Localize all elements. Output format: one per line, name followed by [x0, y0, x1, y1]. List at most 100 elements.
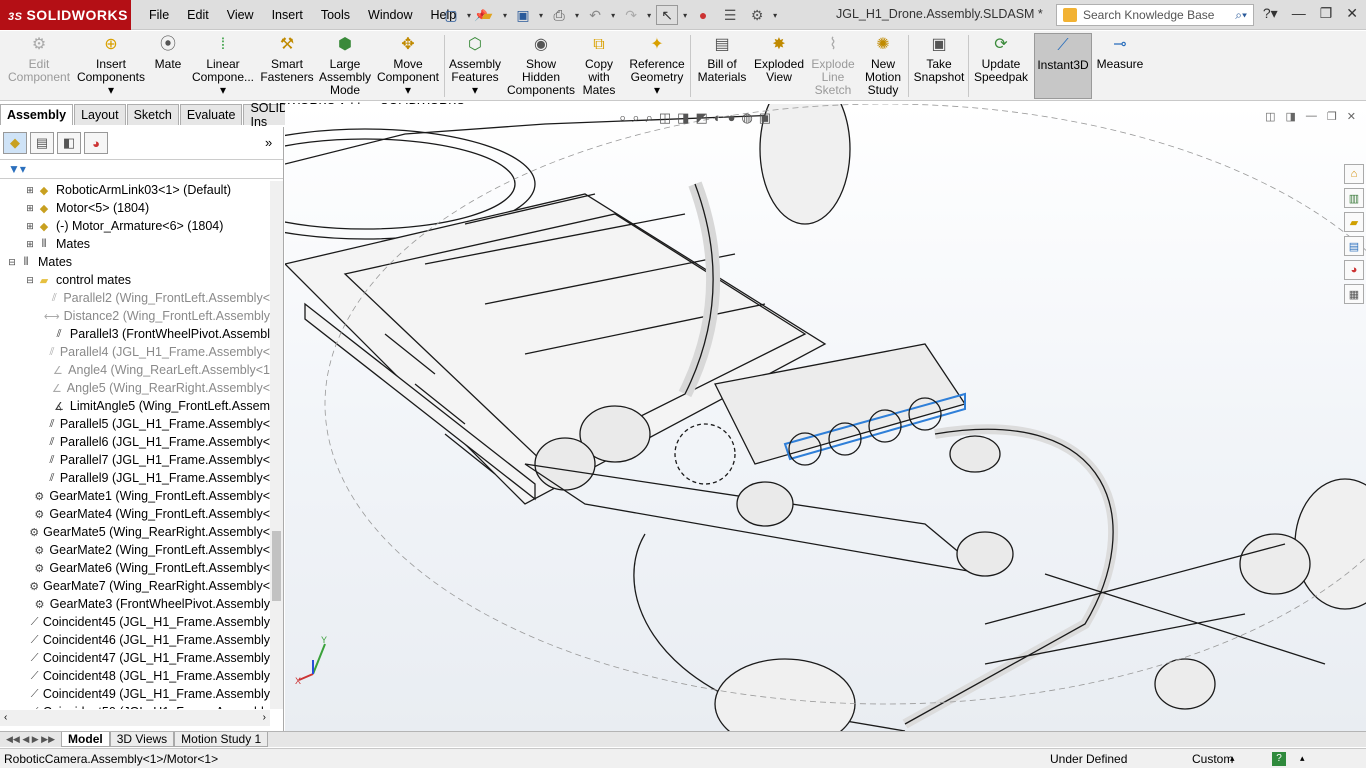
close-icon[interactable]: ✕ [1346, 5, 1358, 22]
expand-toggle-icon[interactable]: ⊞ [24, 221, 36, 232]
hide-show-icon[interactable]: ◐ [714, 110, 722, 126]
move-component-button[interactable]: ✥ Move Component ▾ [374, 33, 442, 99]
undo-icon[interactable]: ↶ [584, 5, 606, 25]
tree-item[interactable]: ⫽ Parallel7 (JGL_H1_Frame.Assembly< [0, 451, 270, 469]
tree-item[interactable]: ⫽ Parallel4 (JGL_H1_Frame.Assembly< [0, 343, 270, 361]
measure-button[interactable]: ⊸ Measure [1094, 33, 1146, 99]
menu-tools[interactable]: Tools [312, 8, 359, 22]
units-dropdown-icon[interactable]: ▴ [1230, 753, 1235, 764]
insert-components-button[interactable]: ⊕ Insert Components ▾ [76, 33, 146, 99]
tree-item[interactable]: ⟋ Coincident46 (JGL_H1_Frame.Assembly [0, 631, 270, 649]
feature-manager-tab-icon[interactable]: ◆ [3, 132, 27, 154]
redo-icon[interactable]: ↷ [620, 5, 642, 25]
view-settings-icon[interactable]: ▣ [759, 110, 771, 126]
tree-filter[interactable]: ▼▾ [0, 159, 283, 179]
tree-item[interactable]: ⚙ GearMate1 (Wing_FrontLeft.Assembly< [0, 487, 270, 505]
viewport-link-icon[interactable]: ◨ [1286, 110, 1296, 123]
zoom-to-fit-icon[interactable]: ⌕ [619, 110, 626, 126]
menu-edit[interactable]: Edit [178, 8, 218, 22]
select-cursor-icon[interactable]: ↖ [656, 5, 679, 25]
tree-item[interactable]: ⫽ Parallel2 (Wing_FrontLeft.Assembly< [0, 289, 270, 307]
tree-item[interactable]: ⟋ Coincident49 (JGL_H1_Frame.Assembly [0, 685, 270, 703]
tree-item[interactable]: ⚙ GearMate7 (Wing_RearRight.Assembly< [0, 577, 270, 595]
tree-item[interactable]: ⊟ ▰ control mates [0, 271, 270, 289]
tree-item[interactable]: ⟋ Coincident45 (JGL_H1_Frame.Assembly [0, 613, 270, 631]
tree-vertical-scrollbar[interactable] [270, 181, 283, 709]
menu-insert[interactable]: Insert [263, 8, 312, 22]
tab-assembly[interactable]: Assembly [0, 104, 74, 125]
tab-nav-icons[interactable]: ◀◀ ◀ ▶ ▶▶ [6, 734, 55, 745]
linear-pattern-button[interactable]: ⁞ Linear Compone... ▾ [188, 33, 258, 99]
view-palette-icon[interactable]: ▤ [1344, 236, 1364, 256]
save-icon[interactable]: ▣ [512, 5, 534, 25]
previous-view-icon[interactable]: ⌕ [646, 110, 653, 126]
view-orientation-icon[interactable]: ◨ [677, 110, 689, 126]
solidworks-logo[interactable]: 3SSOLIDWORKS ▸ [0, 0, 131, 38]
property-manager-tab-icon[interactable]: ▤ [30, 132, 54, 154]
minimize-icon[interactable]: — [1292, 5, 1306, 22]
tree-item[interactable]: ∡ LimitAngle5 (Wing_FrontLeft.Assem [0, 397, 270, 415]
tree-item[interactable]: ∠ Angle4 (Wing_RearLeft.Assembly<1 [0, 361, 270, 379]
tree-item[interactable]: ⫽ Parallel6 (JGL_H1_Frame.Assembly< [0, 433, 270, 451]
exploded-view-button[interactable]: ✸ Exploded View [752, 33, 806, 99]
bottom-tab-model[interactable]: Model [61, 732, 110, 747]
expand-toggle-icon[interactable]: ⊞ [24, 203, 36, 214]
file-explorer-icon[interactable]: ▰ [1344, 212, 1364, 232]
display-style-icon[interactable]: ◩ [695, 110, 707, 126]
apply-scene-icon[interactable]: ◍ [741, 110, 752, 126]
motion-study-button[interactable]: ✺ New Motion Study [860, 33, 906, 99]
display-manager-tab-icon[interactable]: ◕ [84, 132, 108, 154]
expand-toggle-icon[interactable]: ⊟ [6, 257, 18, 268]
assembly-features-button[interactable]: ⬡ Assembly Features ▾ [449, 33, 501, 99]
tree-item[interactable]: ⚙ GearMate3 (FrontWheelPivot.Assembly [0, 595, 270, 613]
tree-item[interactable]: ⟋ Coincident48 (JGL_H1_Frame.Assembly [0, 667, 270, 685]
bom-button[interactable]: ▤ Bill of Materials [696, 33, 748, 99]
search-icon[interactable]: ⌕▾ [1235, 8, 1247, 23]
tree-item[interactable]: ⊞ ◆ RoboticArmLink03<1> (Default) [0, 181, 270, 199]
tree-item[interactable]: ⟷ Distance2 (Wing_FrontLeft.Assembly [0, 307, 270, 325]
tree-item[interactable]: ⚙ GearMate4 (Wing_FrontLeft.Assembly< [0, 505, 270, 523]
tree-item[interactable]: ⊞ ◆ Motor<5> (1804) [0, 199, 270, 217]
graphics-viewport[interactable]: ⌕ ⌕ ⌕ ◫ ◨ ◩ ◐ ● ◍ ▣ ◫ ◨ — ❐ ✕ ⌂ ▥ ▰ ▤ ◕ … [285, 104, 1366, 731]
tab-layout[interactable]: Layout [74, 104, 126, 125]
edit-appearance-icon[interactable]: ● [728, 110, 736, 126]
new-dropdown-icon[interactable]: ▾ [467, 11, 471, 20]
select-dropdown-icon[interactable]: ▾ [683, 11, 687, 20]
tree-item[interactable]: ⟋ Coincident50 (JGL_H1_Frame.Assembly [0, 703, 270, 709]
search-knowledge-base-input[interactable]: Search Knowledge Base ⌕▾ [1056, 4, 1254, 26]
rebuild-traffic-light-icon[interactable]: ● [692, 5, 714, 25]
options-dropdown-icon[interactable]: ▾ [773, 11, 777, 20]
viewport-split-icon[interactable]: ◫ [1265, 110, 1275, 123]
tab-evaluate[interactable]: Evaluate [179, 104, 243, 125]
expand-toggle-icon[interactable]: ⊞ [24, 185, 36, 196]
quick-tips-icon[interactable]: ? [1272, 751, 1286, 766]
new-document-icon[interactable]: ▢ [440, 5, 462, 25]
tree-item[interactable]: ⊞ ◆ (-) Motor_Armature<6> (1804) [0, 217, 270, 235]
menu-window[interactable]: Window [359, 8, 421, 22]
menu-file[interactable]: File [140, 8, 178, 22]
tree-item[interactable]: ⚙ GearMate6 (Wing_FrontLeft.Assembly< [0, 559, 270, 577]
viewport-close-icon[interactable]: ✕ [1347, 110, 1356, 123]
print-dropdown-icon[interactable]: ▾ [575, 11, 579, 20]
solidworks-resources-icon[interactable]: ⌂ [1344, 164, 1364, 184]
tips-dropdown-icon[interactable]: ▴ [1300, 753, 1305, 764]
large-assembly-button[interactable]: ⬢ Large Assembly Mode [318, 33, 372, 99]
drone-assembly-model[interactable] [285, 104, 1366, 731]
help-icon[interactable]: ?▾ [1263, 5, 1278, 22]
bottom-tab-3d-views[interactable]: 3D Views [109, 732, 175, 747]
tab-sketch[interactable]: Sketch [126, 104, 179, 125]
filter-icon[interactable]: ▼▾ [8, 162, 26, 176]
tree-item[interactable]: ⚙ GearMate5 (Wing_RearRight.Assembly< [0, 523, 270, 541]
save-dropdown-icon[interactable]: ▾ [539, 11, 543, 20]
tree-item[interactable]: ⫽ Parallel9 (JGL_H1_Frame.Assembly< [0, 469, 270, 487]
custom-properties-icon[interactable]: ▦ [1344, 284, 1364, 304]
expand-panel-icon[interactable]: » [265, 135, 272, 150]
smart-fasteners-button[interactable]: ⚒ Smart Fasteners [260, 33, 313, 99]
viewport-restore-icon[interactable]: ❐ [1327, 110, 1337, 123]
tree-item[interactable]: ∠ Angle5 (Wing_RearRight.Assembly< [0, 379, 270, 397]
scroll-thumb[interactable] [272, 531, 281, 601]
speedpak-button[interactable]: ⟳ Update Speedpak [972, 33, 1030, 99]
tree-item[interactable]: ⟋ Coincident47 (JGL_H1_Frame.Assembly [0, 649, 270, 667]
options-gear-icon[interactable]: ⚙ [746, 5, 768, 25]
show-hidden-button[interactable]: ◉ Show Hidden Components [506, 33, 576, 99]
